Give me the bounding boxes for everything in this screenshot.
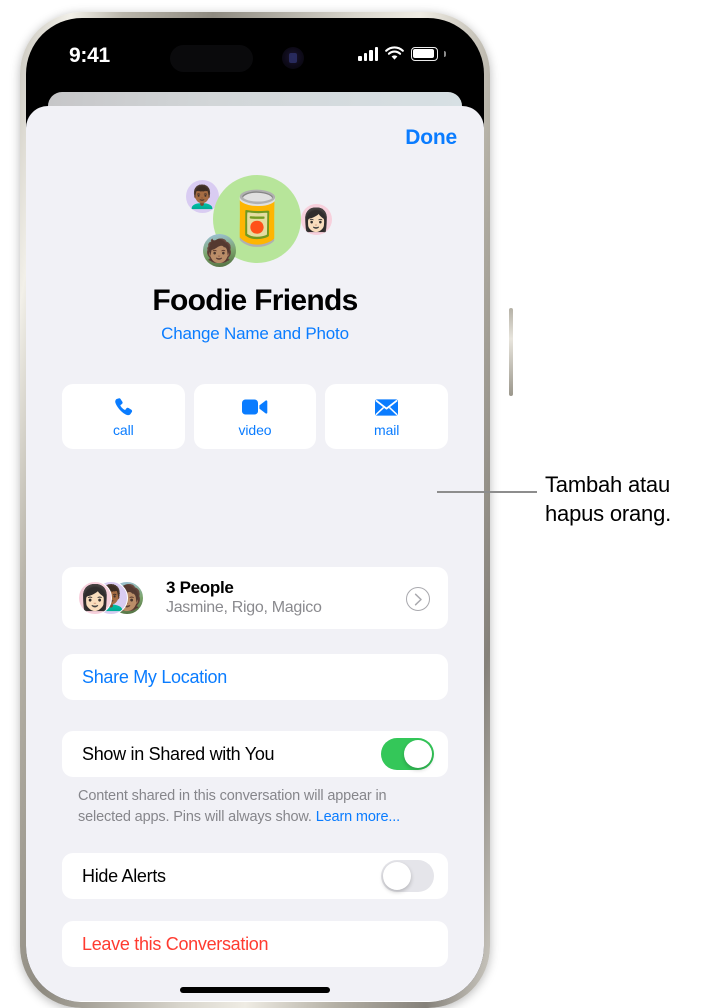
toggle-knob — [404, 740, 432, 768]
front-camera-icon — [282, 47, 304, 69]
done-button[interactable]: Done — [405, 126, 457, 149]
mail-button-label: mail — [374, 422, 400, 438]
group-avatar-cluster[interactable]: 👨🏾‍🦱 🥫 👩🏻 🧑🏽 — [150, 172, 360, 280]
cellular-bars-icon — [358, 46, 378, 61]
show-in-shared-with-you-label: Show in Shared with You — [82, 743, 275, 764]
phone-screen: 9:41 Done — [26, 18, 484, 1002]
people-text-group: 3 People Jasmine, Rigo, Magico — [166, 578, 322, 617]
leave-conversation-label: Leave this Conversation — [82, 933, 269, 954]
mail-button[interactable]: mail — [325, 384, 449, 449]
status-bar-indicators — [358, 46, 446, 61]
home-indicator[interactable] — [180, 987, 330, 993]
share-my-location-row[interactable]: Share My Location — [62, 654, 448, 700]
battery-full-icon — [411, 46, 438, 61]
status-bar: 9:41 — [26, 18, 484, 96]
people-avatar-stack: 🧑🏽 👨🏾‍🦱 👩🏻 — [78, 581, 154, 615]
callout-label: Tambah atau hapus orang. — [545, 472, 672, 527]
people-count-label: 3 People — [166, 578, 234, 597]
member-avatar-3: 🧑🏽 — [203, 234, 236, 267]
group-name-title: Foodie Friends — [152, 284, 358, 317]
video-button-label: video — [238, 422, 272, 438]
hide-alerts-row: Hide Alerts — [62, 853, 448, 899]
iphone-device-frame: 9:41 Done — [20, 12, 513, 1008]
group-header: 👨🏾‍🦱 🥫 👩🏻 🧑🏽 Foodie Friends Change Name … — [26, 172, 484, 344]
photos-section: Photos See All 👨🏾‍🦱 — [62, 1001, 448, 1002]
call-button[interactable]: call — [62, 384, 185, 449]
toggle-knob — [383, 862, 411, 890]
video-camera-icon — [242, 395, 268, 419]
phone-icon — [112, 395, 135, 419]
hide-alerts-label: Hide Alerts — [82, 865, 166, 886]
power-button[interactable] — [509, 308, 513, 396]
envelope-icon — [374, 395, 399, 419]
learn-more-link[interactable]: Learn more... — [316, 809, 400, 825]
shared-with-you-footnote: Content shared in this conversation will… — [78, 786, 438, 827]
group-details-sheet: Done 👨🏾‍🦱 🥫 👩🏻 🧑🏽 — [26, 106, 484, 1002]
people-row[interactable]: 🧑🏽 👨🏾‍🦱 👩🏻 3 People Jasmine, Rigo, Magic… — [62, 567, 448, 629]
hide-alerts-toggle[interactable] — [381, 860, 434, 892]
battery-tip — [444, 50, 446, 57]
call-button-label: call — [113, 422, 134, 438]
share-my-location-label: Share My Location — [82, 666, 227, 687]
member-avatar-2: 👩🏻 — [301, 204, 332, 235]
sheet-header: Done — [405, 126, 457, 150]
video-button[interactable]: video — [193, 384, 317, 449]
leave-conversation-row[interactable]: Leave this Conversation — [62, 921, 448, 967]
people-avatar-1: 👩🏻 — [78, 581, 112, 615]
dynamic-island — [170, 45, 253, 72]
show-in-shared-with-you-toggle[interactable] — [381, 738, 434, 770]
change-name-and-photo-link[interactable]: Change Name and Photo — [26, 324, 484, 344]
quick-actions-row: call video mail — [62, 384, 449, 449]
show-in-shared-with-you-row: Show in Shared with You — [62, 731, 448, 777]
status-bar-clock: 9:41 — [69, 44, 110, 67]
wifi-icon — [385, 46, 404, 60]
people-names-label: Jasmine, Rigo, Magico — [166, 599, 322, 616]
callout-leader-line — [437, 491, 537, 493]
chevron-right-circle-icon[interactable] — [406, 587, 430, 611]
